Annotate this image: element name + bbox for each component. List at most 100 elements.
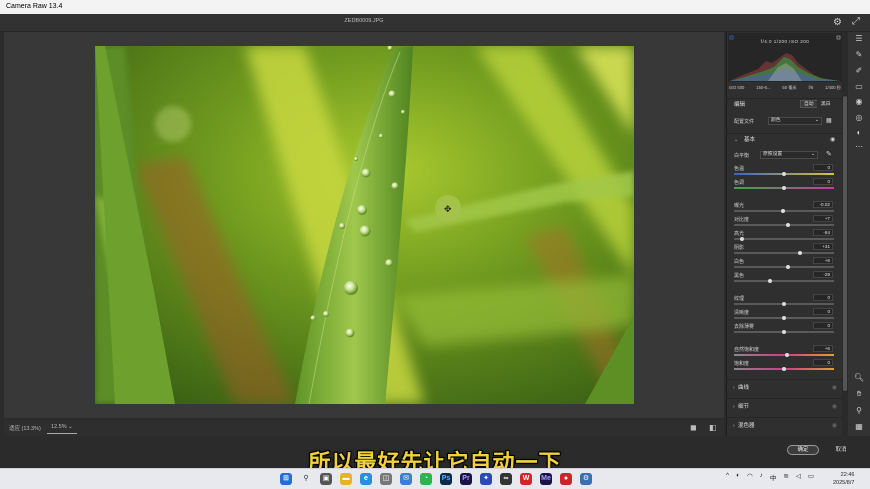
wifi-icon[interactable]: ≋ [783,472,788,482]
slider-thumb[interactable] [781,208,785,213]
recorder-icon[interactable]: ● [560,473,572,485]
image-canvas[interactable]: ✥ [4,32,724,418]
photoshop-icon[interactable]: Ps [440,473,452,485]
volume-icon[interactable]: ♪ [760,472,763,482]
grid-icon[interactable]: ▦ [848,422,870,431]
app-icon-2[interactable]: ∞ [500,473,512,485]
chevron-up-icon[interactable]: ^ [726,472,729,482]
slider-thumb[interactable] [797,250,802,255]
wps-icon[interactable]: W [520,473,532,485]
settings-icon[interactable]: ⚙ [580,473,592,485]
mail-icon[interactable]: ✉ [400,473,412,485]
slider-value-field[interactable]: +6 [813,345,833,352]
gradient-icon[interactable]: ▭ [848,82,870,91]
profile-select[interactable]: 颜色 ⌄ [768,117,822,125]
healing-brush-icon[interactable]: ✎ [848,50,870,59]
slider-value-field[interactable]: 0 [813,359,833,366]
sampler-icon[interactable]: ⚲ [848,406,870,415]
slider-value-field[interactable]: 0 [813,178,833,185]
speaker-icon[interactable]: ◁ [796,472,801,482]
slider-thumb[interactable] [782,329,786,334]
eye-icon[interactable]: ◉ [830,136,835,143]
camera-shutter: 1/400 秒 [825,85,841,90]
slider-value-field[interactable]: 0 [813,164,833,171]
slider-value-field[interactable]: 0 [813,308,833,315]
slider-track[interactable] [734,224,834,226]
windows-start-icon[interactable]: ⊞ [280,473,292,485]
slider-thumb[interactable] [782,185,786,190]
ime-indicator[interactable]: 中 [770,472,777,482]
slider-thumb[interactable] [782,301,786,306]
hand-icon[interactable]: ✋︎ [848,389,870,399]
slider-track[interactable] [734,280,834,282]
slider-label: 黑色 [734,273,745,279]
gear-icon[interactable]: ⚙ [833,17,842,28]
slider-value-field[interactable]: 0 [813,322,833,329]
app-tray-icon[interactable]: ◐ [736,472,740,482]
app-icon-1[interactable]: ✦ [480,473,492,485]
more-icon[interactable]: ⋯ [848,142,870,151]
basic-section-header[interactable]: ⌄ 基本 [727,133,843,145]
zoom-icon[interactable]: 🔍︎ [848,373,870,382]
red-eye-icon[interactable]: ◎ [848,113,870,122]
search-icon[interactable]: ⚲ [300,473,312,485]
fullscreen-icon[interactable]: ⤢ [852,16,860,27]
slider-value-field[interactable]: -84 [813,229,833,236]
slider-label: 清晰度 [734,310,750,316]
slider-thumb[interactable] [786,264,790,269]
network-icon[interactable]: ◠ [747,472,753,482]
detail-section[interactable]: › 细节 ◉ [727,398,843,414]
photo-preview[interactable]: ✥ [95,46,634,404]
file-name: ZEDB0009.JPG [344,18,384,24]
slider-thumb[interactable] [782,366,786,371]
battery-icon[interactable]: ▭ [808,472,814,482]
slider-track[interactable] [734,252,834,254]
slider-thumb[interactable] [785,352,789,357]
auto-button[interactable]: 自动 [800,100,818,108]
slider-value-field[interactable]: +31 [813,243,833,250]
slider-value-field[interactable]: 0 [813,294,833,301]
eyedropper-icon[interactable]: ✎ [826,150,832,158]
view-single-icon[interactable]: ◼ [690,423,697,432]
curve-section[interactable]: › 曲线 ◉ [727,379,843,395]
slider-thumb[interactable] [782,315,786,320]
store-icon[interactable]: ◫ [380,473,392,485]
zoom-fit-label[interactable]: 适应 (13.3%) [9,424,41,432]
slider-thumb[interactable] [785,222,790,227]
file-explorer-icon[interactable]: ▬ [340,473,352,485]
edit-sliders-icon[interactable]: ☰ [848,34,870,43]
photo-grass-droplets: ✥ [95,46,634,404]
view-compare-icon[interactable]: ◧ [709,423,717,432]
white-balance-select[interactable]: 原照设置 ⌄ [760,151,818,159]
profile-browser-icon[interactable]: ▦ [826,117,832,124]
eye-icon[interactable]: ◉ [832,418,837,434]
task-view-icon[interactable]: ▣ [320,473,332,485]
premiere-icon[interactable]: Pr [460,473,472,485]
slider-value-field[interactable]: -29 [813,271,833,278]
slider-thumb[interactable] [767,278,772,283]
media-encoder-icon[interactable]: Me [540,473,552,485]
bw-button[interactable]: 黑白 [817,100,835,108]
eye-icon[interactable]: ◉ [832,399,837,415]
radial-filter-icon[interactable]: ◉ [848,97,870,106]
window-title-bar: Camera Raw 13.4 [0,0,870,14]
color-mixer-section[interactable]: › 混色器 ◉ [727,417,843,433]
slider-value-field[interactable]: +8 [813,257,833,264]
histogram[interactable]: f/4.0 1/200 ISO 200 [728,33,842,82]
scrollbar-thumb[interactable] [843,96,847,391]
canvas-status-bar: 适应 (13.3%) 12.5% ⌄ ◼ ◧ [4,420,724,436]
taskbar-clock[interactable]: 22:46 2025/8/7 [833,471,854,487]
edge-icon[interactable]: e [360,473,372,485]
slider-track[interactable] [734,266,834,268]
slider-value-field[interactable]: -0.02 [813,201,833,208]
slider-track[interactable] [734,238,834,240]
presets-icon[interactable]: ◐ [848,128,870,137]
brush-icon[interactable]: ✐ [848,66,870,75]
slider-track[interactable] [734,354,834,356]
eye-icon[interactable]: ◉ [832,380,837,396]
slider-value-field[interactable]: +7 [813,215,833,222]
slider-thumb[interactable] [740,236,744,241]
slider-thumb[interactable] [782,171,786,176]
zoom-select[interactable]: 12.5% ⌄ [47,421,77,434]
wechat-icon[interactable]: ◔ [420,473,432,485]
